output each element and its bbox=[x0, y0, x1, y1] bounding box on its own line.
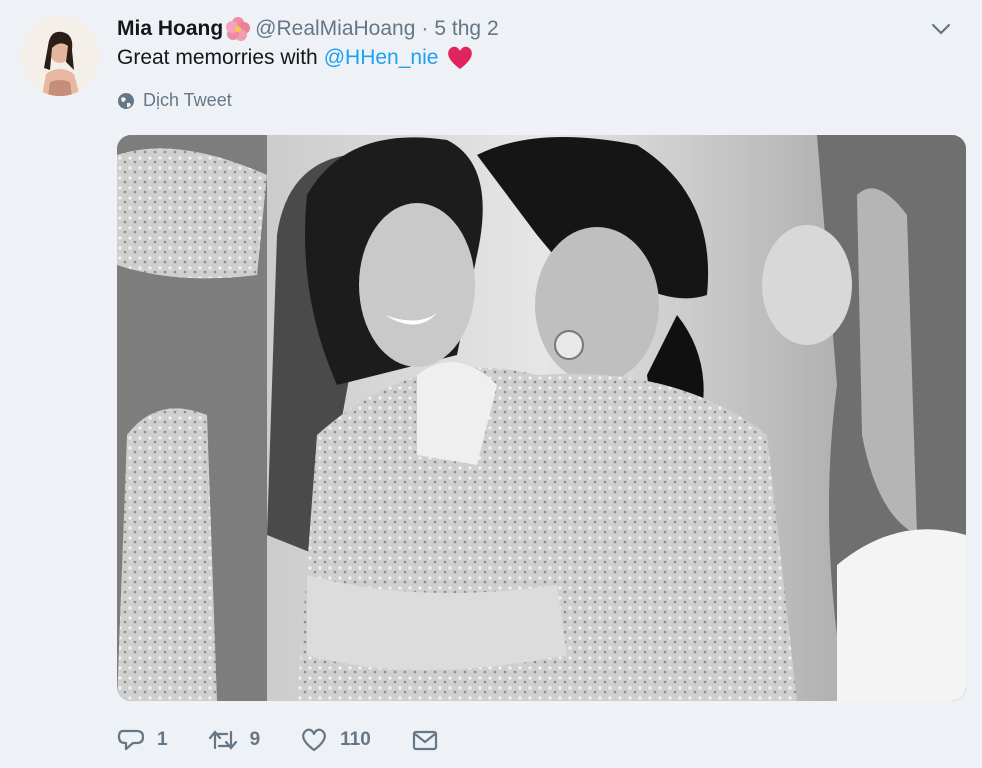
retweet-button[interactable]: 9 bbox=[208, 728, 261, 752]
globe-icon bbox=[117, 92, 135, 110]
reply-icon bbox=[117, 729, 145, 751]
envelope-icon bbox=[412, 730, 437, 751]
mention-link[interactable]: @HHen_nie bbox=[324, 46, 439, 70]
tweet-photo[interactable] bbox=[117, 135, 966, 701]
retweet-count: 9 bbox=[249, 729, 261, 750]
tweet-actions: 1 9 110 bbox=[117, 722, 491, 758]
hibiscus-flower-emoji bbox=[225, 16, 251, 42]
author-name[interactable]: Mia Hoang bbox=[117, 17, 223, 41]
tweet-text: Great memorries with @HHen_nie bbox=[117, 45, 474, 71]
translate-tweet[interactable]: Dịch Tweet bbox=[117, 90, 232, 111]
like-button[interactable]: 110 bbox=[300, 727, 371, 753]
red-heart-emoji bbox=[446, 45, 474, 71]
like-count: 110 bbox=[340, 729, 371, 750]
retweet-icon bbox=[208, 730, 237, 750]
chevron-down-icon[interactable] bbox=[930, 20, 952, 38]
message-button[interactable] bbox=[411, 728, 451, 752]
author-handle[interactable]: @RealMiaHoang bbox=[255, 17, 415, 41]
reply-button[interactable]: 1 bbox=[117, 727, 168, 753]
reply-count: 1 bbox=[157, 729, 168, 750]
tweet-text-body: Great memorries with bbox=[117, 46, 318, 69]
heart-outline-icon bbox=[302, 728, 327, 752]
tweet-header: Mia Hoang @RealMiaHoang · 5 thg 2 bbox=[117, 14, 962, 44]
timestamp[interactable]: 5 thg 2 bbox=[434, 17, 498, 41]
separator: · bbox=[421, 17, 429, 40]
avatar[interactable] bbox=[20, 16, 100, 96]
translate-label: Dịch Tweet bbox=[143, 90, 232, 110]
